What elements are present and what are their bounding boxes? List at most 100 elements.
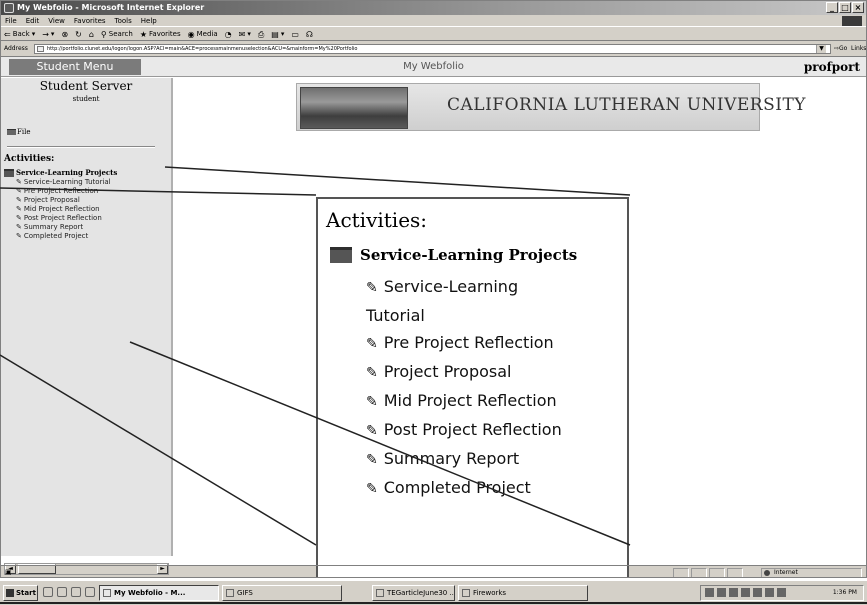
edit-pencil-icon: ✎: [366, 481, 378, 497]
ie-quicklaunch-icon[interactable]: [57, 587, 67, 597]
sidebar-item-summary[interactable]: ✎ Summary Report: [16, 223, 172, 232]
mail-icon[interactable]: ✉ ▾: [239, 28, 251, 40]
activities-heading: Activities:: [4, 154, 55, 164]
campus-photo: [300, 87, 408, 129]
edit-pencil-icon: ✎: [366, 365, 378, 381]
task-my-webfolio[interactable]: My Webfolio - M...: [99, 585, 219, 601]
home-icon[interactable]: ⌂: [89, 28, 94, 40]
page-rule: [0, 602, 867, 604]
window-title: My Webfolio - Microsoft Internet Explore…: [17, 3, 205, 12]
status-page-icon: ▣: [5, 568, 12, 576]
quick-launch: [43, 587, 95, 597]
ie-icon: [4, 3, 14, 13]
edit-pencil-icon: ✎: [16, 187, 22, 195]
tray-icon[interactable]: [741, 588, 750, 597]
callout-item-tutorial: ✎ Service-Learning Tutorial: [366, 277, 519, 325]
university-name: CALIFORNIA LUTHERAN UNIVERSITY: [447, 95, 807, 115]
status-cells: [673, 568, 743, 577]
menu-tools[interactable]: Tools: [115, 15, 132, 26]
student-menu-button[interactable]: Student Menu: [9, 59, 141, 75]
media-player-icon[interactable]: [85, 587, 95, 597]
sidebar-item-tutorial[interactable]: ✎ Service-Learning Tutorial: [16, 178, 172, 187]
system-tray: 1:36 PM: [700, 585, 864, 601]
task-fireworks[interactable]: Fireworks: [458, 585, 588, 601]
tray-icon[interactable]: [705, 588, 714, 597]
sidebar-activities: Activities: Service-Learning Projects ✎ S…: [4, 153, 172, 241]
security-zone: Internet: [761, 568, 862, 577]
file-folder-icon: [7, 129, 16, 135]
history-icon[interactable]: ◔: [225, 28, 232, 40]
top-frame: Student Menu My Webfolio profport: [1, 57, 866, 77]
page-viewport: Student Menu My Webfolio profport Studen…: [1, 56, 866, 577]
back-arrow-icon: ⇐: [4, 29, 11, 39]
forward-button[interactable]: → ▾: [42, 28, 54, 40]
back-button[interactable]: ⇐ Back ▾: [4, 28, 35, 40]
edit-pencil-icon: ✎: [366, 280, 378, 296]
search-icon: ⚲: [100, 29, 107, 39]
address-dropdown-icon[interactable]: ▼: [816, 45, 826, 53]
profport-label: profport: [803, 60, 860, 74]
go-button[interactable]: ⇨Go: [834, 42, 847, 56]
tray-icon[interactable]: [753, 588, 762, 597]
search-button[interactable]: ⚲ Search: [101, 28, 133, 40]
sidebar-item-completed[interactable]: ✎ Completed Project: [16, 232, 172, 241]
callout-group-service-learning: Service-Learning Projects: [330, 241, 577, 269]
sidebar-item-mid-reflection[interactable]: ✎ Mid Project Reflection: [16, 205, 172, 214]
callout-item-completed: ✎ Completed Project: [366, 478, 531, 497]
edit-pencil-icon: ✎: [366, 336, 378, 352]
tray-icon[interactable]: [777, 588, 786, 597]
menu-favorites[interactable]: Favorites: [74, 15, 106, 26]
maximize-button[interactable]: □: [839, 2, 851, 13]
magnified-callout: Activities: Service-Learning Projects ✎ S…: [316, 197, 629, 577]
favorites-button[interactable]: ★ Favorites: [140, 28, 181, 40]
stop-icon[interactable]: ⊗: [61, 28, 68, 40]
sidebar-item-pre-reflection[interactable]: ✎ Pre Project Reflection: [16, 187, 172, 196]
edit-pencil-icon: ✎: [366, 452, 378, 468]
task-tegarticle[interactable]: TEGarticleJune30 ...: [372, 585, 455, 601]
tray-icon[interactable]: [717, 588, 726, 597]
task-gifs[interactable]: GIFS: [222, 585, 342, 601]
windows-flag-icon: [6, 589, 14, 597]
callout-item-pre-reflection: ✎ Pre Project Reflection: [366, 333, 554, 352]
desktop-icon[interactable]: [43, 587, 53, 597]
messenger-icon[interactable]: ☊: [306, 28, 313, 40]
close-button[interactable]: ×: [852, 2, 864, 13]
sidebar-group-service-learning[interactable]: Service-Learning Projects: [4, 168, 172, 177]
windows-logo-icon: [842, 16, 862, 26]
title-bar[interactable]: My Webfolio - Microsoft Internet Explore…: [1, 1, 866, 15]
edit-pencil-icon: ✎: [16, 178, 22, 186]
print-icon[interactable]: ⎙: [258, 28, 264, 40]
edit-pencil-icon: ✎: [16, 223, 22, 231]
edit-pencil-icon: ✎: [366, 423, 378, 439]
menu-view[interactable]: View: [48, 15, 65, 26]
address-label: Address: [4, 45, 28, 52]
server-subtitle: student: [72, 95, 100, 103]
sidebar-item-proposal[interactable]: ✎ Project Proposal: [16, 196, 172, 205]
menu-file[interactable]: File: [5, 15, 17, 26]
menu-edit[interactable]: Edit: [26, 15, 40, 26]
start-button[interactable]: Start: [3, 585, 38, 601]
university-banner: CALIFORNIA LUTHERAN UNIVERSITY: [296, 83, 806, 131]
edit-icon[interactable]: ▤ ▾: [271, 28, 284, 40]
tray-icon[interactable]: [729, 588, 738, 597]
edit-pencil-icon: ✎: [16, 196, 22, 204]
media-button[interactable]: ◉ Media: [188, 28, 218, 40]
minimize-button[interactable]: _: [826, 2, 838, 13]
divider: [7, 146, 155, 148]
page-icon: [37, 46, 44, 52]
media-icon: ◉: [187, 29, 195, 39]
discuss-icon[interactable]: ▭: [291, 28, 299, 40]
file-link[interactable]: File: [7, 128, 30, 136]
fireworks-task-icon: [462, 589, 470, 597]
menu-help[interactable]: Help: [141, 15, 157, 26]
favorites-icon: ★: [139, 29, 148, 39]
refresh-icon[interactable]: ↻: [75, 28, 82, 40]
address-input[interactable]: http://portfolio.clunet.edu/logon/logon.…: [34, 44, 831, 54]
ie-task-icon: [103, 589, 111, 597]
outlook-icon[interactable]: [71, 587, 81, 597]
tray-icon[interactable]: [765, 588, 774, 597]
toolbar: ⇐ Back ▾ → ▾ ⊗ ↻ ⌂ ⚲ Search ★ Favorites ◉ Me…: [1, 28, 866, 41]
left-frame: Student Server student File Activities: …: [1, 78, 173, 575]
sidebar-item-post-reflection[interactable]: ✎ Post Project Reflection: [16, 214, 172, 223]
address-url: http://portfolio.clunet.edu/logon/logon.…: [47, 46, 358, 52]
